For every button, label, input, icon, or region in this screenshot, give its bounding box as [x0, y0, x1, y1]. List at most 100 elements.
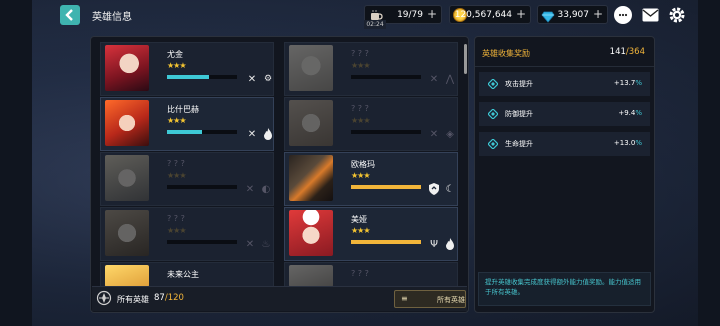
swords-icon: ✕	[429, 73, 439, 85]
all-heroes-label: 所有英雄	[117, 295, 149, 304]
staff-icon: Ψ	[430, 238, 438, 250]
hero-stars: ★★★	[167, 226, 186, 235]
gem-plus-button[interactable]: +	[593, 7, 603, 21]
gear-icon	[669, 7, 685, 23]
hero-progress-bar	[167, 75, 237, 79]
top-bar: 英雄信息 19/79 + 02:24 120,567,644 + 33,907 …	[0, 0, 720, 30]
reward-header: 英雄收集奖励 141/364	[475, 37, 654, 67]
cup-icon	[369, 7, 383, 21]
hero-card[interactable]: ? ? ?	[284, 262, 458, 287]
hero-card[interactable]: ? ? ? ★★★ ✕ ⋀	[284, 42, 458, 96]
hero-card[interactable]: 美娅 ★★★ Ψ	[284, 207, 458, 261]
mountain-icon: ⋀	[445, 73, 455, 85]
page-title: 英雄信息	[92, 12, 132, 23]
hero-name: ? ? ?	[167, 214, 185, 223]
swords-icon: ✕	[247, 73, 257, 85]
stamina-timer: 02:24	[364, 20, 386, 29]
stat-value: +9.4%	[618, 109, 642, 117]
hero-name: 欧格玛	[351, 160, 375, 169]
fire-icon: ♨	[261, 238, 271, 250]
hero-emblem-icon	[96, 290, 112, 306]
reward-progress: 141/364	[610, 47, 645, 57]
mail-icon	[642, 8, 658, 22]
swords-icon: ✕	[245, 238, 255, 250]
swords-icon: ✕	[245, 183, 255, 195]
reward-progress-value: 141	[609, 47, 626, 57]
reward-title: 英雄收集奖励	[482, 49, 530, 58]
hero-portrait	[105, 100, 149, 146]
gold-value: 120,567,644	[454, 10, 512, 20]
hero-name: 尤金	[167, 50, 183, 59]
hero-portrait	[105, 265, 149, 287]
hero-name: ? ? ?	[351, 269, 369, 278]
gem-resource[interactable]: 33,907 +	[537, 5, 608, 24]
hero-count-total: /120	[164, 293, 184, 303]
hero-portrait	[105, 210, 149, 256]
moon-icon: ☾	[445, 183, 455, 195]
hero-progress-bar	[167, 240, 237, 244]
water-drop-icon: ◐	[261, 183, 271, 195]
hero-stars: ★★★	[167, 116, 186, 125]
hero-card[interactable]: 欧格玛 ★★★ ☾	[284, 152, 458, 206]
stat-row-attack: 攻击提升 +13.7%	[479, 72, 650, 96]
chevron-left-icon	[65, 9, 73, 21]
hero-card[interactable]: ? ? ? ★★★ ✕ ♨	[100, 207, 274, 261]
stamina-plus-button[interactable]: +	[427, 7, 437, 21]
gold-plus-button[interactable]: +	[516, 7, 526, 21]
stat-value: +13.7%	[613, 79, 642, 87]
settings-icon: ⚙	[263, 74, 273, 84]
reward-progress-total: /364	[625, 47, 645, 57]
filter-list-icon: ≡	[401, 294, 408, 303]
hero-name: 美娅	[351, 215, 367, 224]
hero-progress-bar	[351, 185, 421, 189]
hero-progress-bar	[167, 185, 237, 189]
hero-progress-bar	[351, 130, 421, 134]
hero-card[interactable]: 尤金 ★★★ ✕ ⚙	[100, 42, 274, 96]
hero-name: ? ? ?	[167, 159, 185, 168]
hero-portrait	[105, 45, 149, 91]
hero-name: 比什巴赫	[167, 105, 199, 114]
all-heroes-filter-button[interactable]: ≡ 所有英雄	[394, 290, 466, 308]
swords-icon: ✕	[429, 128, 439, 140]
hero-progress-bar	[351, 240, 421, 244]
stat-value: +13.0%	[613, 139, 642, 147]
shield-icon	[427, 182, 441, 196]
back-button[interactable]	[60, 5, 80, 25]
scrollbar[interactable]	[464, 44, 467, 74]
mail-button[interactable]	[641, 6, 659, 24]
hero-stars: ★★★	[167, 61, 186, 70]
hero-count-value: 87	[154, 293, 165, 303]
diamond-bullet-icon	[488, 109, 498, 119]
hero-card[interactable]: 比什巴赫 ★★★ ✕	[100, 97, 274, 151]
reward-note: 提升英雄收集完成度获得额外能力值奖励。能力值适用于所有英雄。	[478, 272, 651, 306]
right-edge	[698, 0, 720, 326]
hero-card[interactable]: ? ? ? ★★★ ✕ ◐	[100, 152, 274, 206]
hero-name: ? ? ?	[351, 104, 369, 113]
hero-stars: ★★★	[351, 226, 370, 235]
left-edge	[0, 0, 32, 326]
hero-portrait	[289, 100, 333, 146]
hero-portrait	[289, 265, 333, 287]
stat-label: 攻击提升	[505, 80, 533, 88]
hero-count: 87/120	[154, 293, 184, 303]
filter-button-label: 所有英雄	[437, 296, 465, 304]
hero-stars: ★★★	[351, 171, 370, 180]
gem-value: 33,907	[557, 10, 590, 20]
hero-portrait	[289, 155, 333, 201]
hero-stars: ★★★	[351, 61, 370, 70]
diamond-bullet-icon	[488, 79, 498, 89]
hero-progress-bar	[351, 75, 421, 79]
hero-name: 未来公主	[167, 270, 199, 279]
hero-card[interactable]: 未来公主	[100, 262, 274, 287]
chat-button[interactable]	[614, 6, 632, 24]
fire-icon	[443, 237, 457, 251]
hero-stars: ★★★	[167, 171, 186, 180]
hero-progress-bar	[167, 130, 237, 134]
diamond-icon	[541, 8, 555, 23]
chat-icon	[618, 13, 628, 17]
gold-resource[interactable]: 120,567,644 +	[449, 5, 531, 24]
stat-row-health: 生命提升 +13.0%	[479, 132, 650, 156]
hero-card[interactable]: ? ? ? ★★★ ✕ ◈	[284, 97, 458, 151]
settings-button[interactable]	[668, 6, 686, 24]
diamond-bullet-icon	[488, 139, 498, 149]
